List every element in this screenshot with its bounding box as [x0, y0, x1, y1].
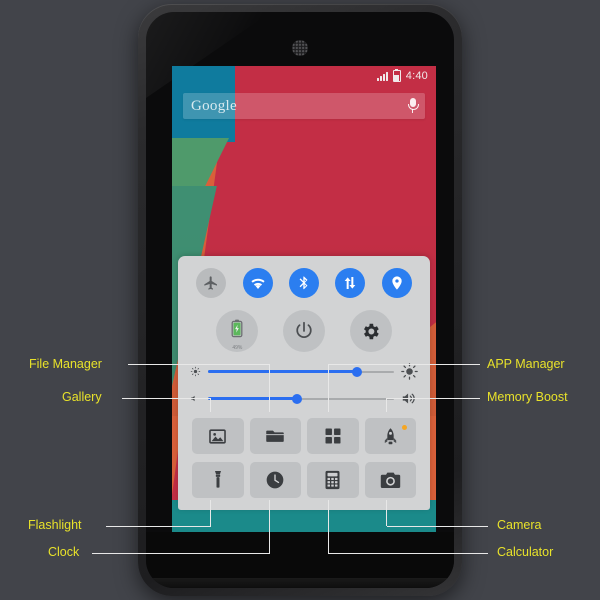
data-sync-icon — [345, 277, 356, 289]
battery-percentage: 49% — [232, 345, 243, 351]
power-button[interactable] — [282, 310, 325, 352]
screenshot-canvas: 4:40 Google 49% File Manager Gallery APP… — [0, 0, 600, 600]
leader-gallery-h — [122, 398, 211, 400]
app-app-manager[interactable] — [307, 418, 359, 454]
toggle-wifi[interactable] — [242, 268, 273, 298]
battery-icon — [392, 68, 401, 82]
toggle-location[interactable] — [381, 268, 412, 298]
app-flashlight[interactable] — [192, 462, 244, 498]
signal-bars-icon — [376, 71, 388, 81]
quick-toggles-row — [178, 268, 430, 302]
leader-gallery-v — [210, 398, 212, 412]
leader-memory-boost-v — [386, 398, 388, 412]
grid-squares-icon — [325, 428, 341, 444]
label-calculator: Calculator — [497, 545, 554, 559]
app-clock[interactable] — [249, 462, 301, 498]
phone-screen: 4:40 Google 49% — [172, 66, 436, 532]
phone-bezel: 4:40 Google 49% — [146, 12, 454, 588]
status-bar-time: 4:40 — [405, 70, 428, 82]
label-memory-boost: Memory Boost — [487, 390, 568, 404]
memory-boost-badge — [402, 425, 407, 430]
power-icon — [296, 321, 312, 338]
label-gallery: Gallery — [62, 390, 102, 404]
control-panel: 49% — [178, 256, 430, 510]
brightness-low-icon — [190, 366, 201, 377]
toggle-data-sync[interactable] — [335, 268, 366, 298]
label-file-manager: File Manager — [29, 357, 102, 371]
leader-camera-h — [387, 526, 488, 528]
label-clock: Clock — [48, 545, 80, 559]
airplane-icon — [204, 276, 218, 290]
battery-charging-icon — [231, 319, 243, 338]
brightness-high-icon — [401, 363, 418, 380]
app-calculator[interactable] — [307, 462, 359, 498]
leader-file-manager-v — [269, 364, 271, 412]
leader-calculator-h — [328, 553, 488, 555]
leader-app-manager-v — [328, 364, 330, 412]
app-shortcuts-grid — [178, 412, 430, 500]
folder-icon — [266, 430, 284, 442]
google-logo-text: Google — [191, 97, 237, 114]
brightness-track[interactable] — [208, 366, 394, 377]
label-app-manager: APP Manager — [487, 357, 565, 371]
leader-memory-boost-h — [386, 398, 480, 400]
image-icon — [209, 428, 227, 444]
google-search-widget[interactable]: Google — [183, 93, 425, 119]
rocket-icon — [384, 427, 396, 444]
app-memory-boost[interactable] — [364, 418, 416, 454]
calculator-icon — [325, 470, 340, 490]
leader-file-manager-h — [128, 364, 270, 366]
app-camera[interactable] — [364, 462, 416, 498]
volume-track[interactable] — [208, 393, 394, 404]
app-file-manager[interactable] — [249, 418, 301, 454]
primary-actions-row: 49% — [178, 302, 430, 358]
leader-clock-v — [269, 500, 271, 553]
leader-flashlight-v — [210, 500, 212, 526]
leader-calculator-v — [328, 500, 330, 553]
microphone-icon[interactable] — [408, 98, 419, 114]
camera-icon — [380, 472, 400, 488]
brightness-slider-row[interactable] — [178, 358, 430, 385]
status-bar: 4:40 — [172, 66, 436, 86]
bluetooth-icon — [299, 276, 308, 290]
label-camera: Camera — [497, 518, 542, 532]
earpiece-speaker-icon — [292, 40, 308, 56]
battery-button[interactable]: 49% — [216, 310, 259, 352]
wifi-icon — [250, 278, 265, 289]
toggle-airplane-mode[interactable] — [196, 268, 227, 298]
app-gallery[interactable] — [192, 418, 244, 454]
gear-icon — [364, 323, 379, 339]
phone-device: 4:40 Google 49% — [138, 4, 462, 596]
leader-flashlight-h — [106, 526, 211, 528]
leader-clock-h — [92, 553, 270, 555]
clock-icon — [266, 471, 284, 489]
leader-app-manager-h — [328, 364, 480, 366]
flashlight-icon — [214, 471, 221, 488]
label-flashlight: Flashlight — [28, 518, 82, 532]
location-pin-icon — [392, 276, 402, 290]
settings-button[interactable] — [349, 310, 392, 352]
toggle-bluetooth[interactable] — [288, 268, 319, 298]
leader-camera-v — [386, 500, 388, 526]
